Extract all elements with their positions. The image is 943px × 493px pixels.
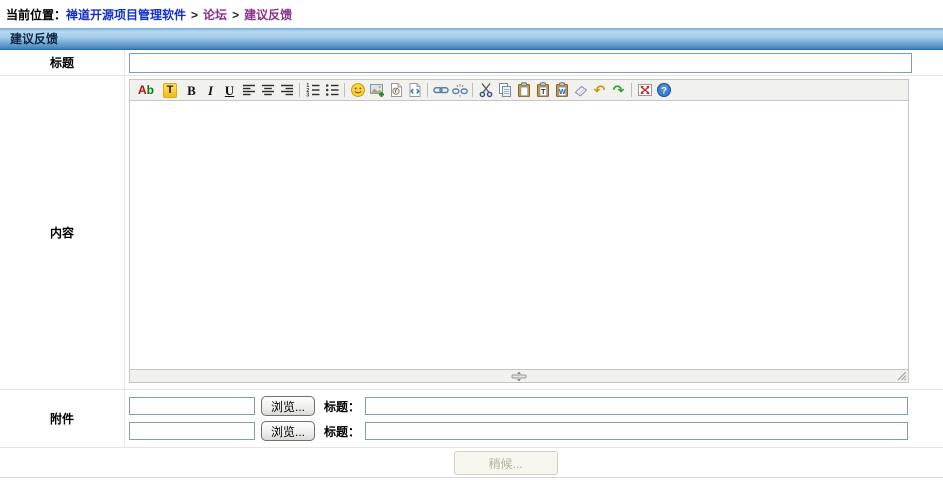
paste-word-icon[interactable]: W	[552, 81, 571, 99]
attachment-caption-input[interactable]	[365, 422, 908, 440]
insert-media-icon[interactable]	[386, 81, 405, 99]
breadcrumb-separator: >	[191, 8, 199, 22]
unordered-list-icon[interactable]	[322, 81, 341, 99]
svg-text:W: W	[558, 89, 565, 96]
fullscreen-icon[interactable]	[635, 81, 654, 99]
italic-icon[interactable]: I	[201, 81, 220, 99]
submit-row: 稍候...	[0, 448, 943, 478]
link-icon[interactable]	[431, 81, 450, 99]
align-left-icon[interactable]	[239, 81, 258, 99]
breadcrumb-separator: >	[232, 8, 240, 22]
help-icon[interactable]: ?	[654, 81, 673, 99]
attachment-row: 附件 浏览... 标题： 浏览... 标题：	[0, 390, 943, 448]
svg-text:3: 3	[306, 92, 309, 98]
content-label: 内容	[0, 76, 125, 389]
toolbar-separator	[344, 83, 345, 97]
paste-text-icon[interactable]: T	[533, 81, 552, 99]
breadcrumb-label: 当前位置：	[6, 8, 67, 22]
attachment-file-input[interactable]	[129, 397, 255, 415]
editor-resize-handle[interactable]	[508, 371, 530, 382]
attachment-line: 浏览... 标题：	[129, 421, 908, 441]
unlink-icon[interactable]	[450, 81, 469, 99]
toolbar-separator	[299, 83, 300, 97]
page-title: 建议反馈	[10, 32, 59, 46]
redo-icon[interactable]: ↷	[609, 81, 628, 99]
undo-icon[interactable]: ↶	[590, 81, 609, 99]
copy-icon[interactable]	[495, 81, 514, 99]
editor-resize-grip[interactable]	[897, 371, 907, 381]
rich-text-editor: Ab T B I U 123 T W ↶ ↷ ?	[129, 79, 909, 383]
page-title-bar: 建议反馈	[0, 28, 943, 50]
breadcrumb-link-home[interactable]: 禅道开源项目管理软件	[66, 8, 186, 22]
attachment-caption-label: 标题：	[324, 399, 361, 414]
cut-icon[interactable]	[476, 81, 495, 99]
feedback-form: 标题 内容 Ab T B I U 123 T W ↶ ↷ ? 附件 浏览... …	[0, 50, 943, 478]
remove-format-icon[interactable]	[571, 81, 590, 99]
browse-button[interactable]: 浏览...	[261, 421, 316, 441]
attachment-line: 浏览... 标题：	[129, 396, 908, 416]
align-center-icon[interactable]	[258, 81, 277, 99]
title-label: 标题	[0, 50, 125, 75]
paste-icon[interactable]	[514, 81, 533, 99]
attachment-label: 附件	[0, 390, 125, 447]
emoticon-icon[interactable]	[348, 81, 367, 99]
svg-text:?: ?	[661, 85, 667, 96]
font-color-icon[interactable]: Ab	[134, 81, 158, 99]
ordered-list-icon[interactable]: 123	[303, 81, 322, 99]
breadcrumb: 当前位置：禅道开源项目管理软件 > 论坛 > 建议反馈	[0, 0, 943, 28]
editor-toolbar: Ab T B I U 123 T W ↶ ↷ ?	[130, 80, 908, 101]
attachment-caption-input[interactable]	[365, 397, 908, 415]
editor-content[interactable]	[130, 101, 908, 369]
attachment-file-input[interactable]	[129, 422, 255, 440]
toolbar-separator	[631, 83, 632, 97]
svg-text:T: T	[541, 87, 546, 96]
underline-icon[interactable]: U	[220, 81, 239, 99]
title-row: 标题	[0, 50, 943, 76]
insert-code-icon[interactable]	[405, 81, 424, 99]
attachment-caption-label: 标题：	[324, 424, 361, 439]
align-right-icon[interactable]	[277, 81, 296, 99]
browse-button[interactable]: 浏览...	[261, 396, 316, 416]
editor-statusbar	[130, 369, 908, 382]
toolbar-separator	[427, 83, 428, 97]
breadcrumb-link-forum[interactable]: 论坛	[203, 8, 227, 22]
bold-icon[interactable]: B	[182, 81, 201, 99]
breadcrumb-link-feedback[interactable]: 建议反馈	[244, 8, 292, 22]
content-row: 内容 Ab T B I U 123 T W ↶ ↷ ?	[0, 76, 943, 390]
submit-button[interactable]: 稍候...	[453, 450, 558, 475]
title-input[interactable]	[129, 52, 912, 73]
highlight-icon[interactable]: T	[158, 81, 182, 99]
insert-image-icon[interactable]	[367, 81, 386, 99]
toolbar-separator	[472, 83, 473, 97]
